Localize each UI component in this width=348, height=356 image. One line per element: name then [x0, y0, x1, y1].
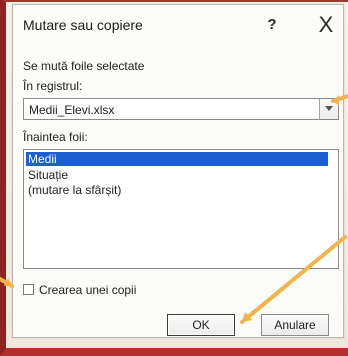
sheet-list-item-medii[interactable]: Medii [26, 152, 328, 166]
help-icon[interactable]: ? [260, 13, 284, 37]
close-icon[interactable]: X [314, 13, 338, 37]
ok-button[interactable]: OK [167, 314, 235, 336]
registry-label: În registrul: [23, 79, 83, 93]
page-canvas: Mutare sau copiere ? X Se mută foile sel… [0, 0, 348, 356]
sheet-list[interactable]: Medii Situație (mutare la sfârșit) [23, 149, 339, 269]
dialog-titlebar: Mutare sau copiere ? X [13, 5, 343, 43]
registry-dropdown-value: Medii_Elevi.xlsx [29, 103, 115, 117]
subtitle-text: Se mută foile selectate [23, 59, 145, 73]
sheet-list-item-end[interactable]: (mutare la sfârșit) [28, 183, 121, 197]
dialog-title: Mutare sau copiere [23, 17, 143, 33]
chevron-down-icon[interactable] [319, 99, 338, 119]
create-copy-checkbox[interactable] [23, 284, 34, 295]
sheet-list-item-situatie[interactable]: Situație [28, 168, 68, 182]
registry-dropdown[interactable]: Medii_Elevi.xlsx [23, 98, 339, 120]
move-copy-dialog: Mutare sau copiere ? X Se mută foile sel… [12, 4, 344, 338]
create-copy-label[interactable]: Crearea unei copii [39, 283, 136, 297]
cancel-button[interactable]: Anulare [261, 314, 329, 336]
before-sheet-label: Înaintea foii: [23, 130, 88, 144]
